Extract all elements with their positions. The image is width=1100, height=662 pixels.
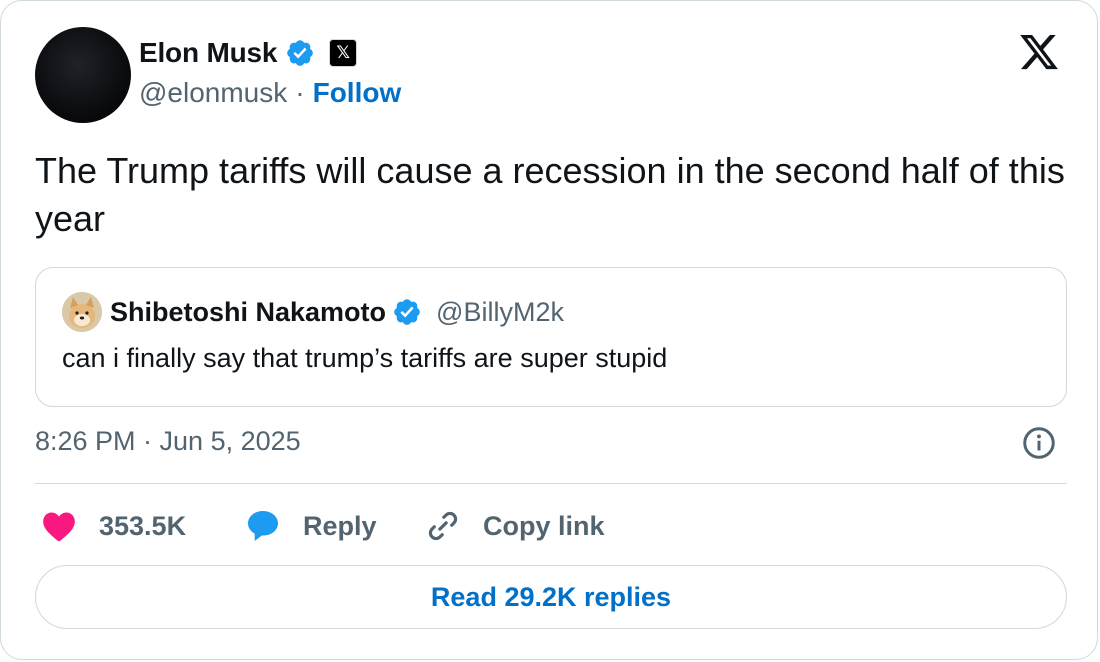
x-logo-icon[interactable] (1017, 31, 1061, 73)
copy-link-button[interactable]: Copy link (423, 506, 605, 546)
like-count: 353.5K (99, 510, 187, 541)
reply-button[interactable]: Reply (243, 506, 423, 546)
quoted-tweet-header: Shibetoshi Nakamoto @BillyM2k (62, 292, 564, 332)
quoted-tweet-text: can i finally say that trump’s tariffs a… (62, 343, 668, 373)
author-name-row: Elon Musk 𝕏 (139, 33, 358, 73)
read-replies-button[interactable]: Read 29.2K replies (35, 565, 1067, 629)
author-handle[interactable]: @elonmusk (139, 77, 287, 109)
heart-icon (39, 506, 79, 546)
follow-button[interactable]: Follow (313, 77, 402, 109)
verified-badge-icon (287, 40, 314, 66)
reply-label: Reply (303, 510, 377, 541)
tweet-timestamp[interactable]: 8:26 PM · Jun 5, 2025 (35, 423, 301, 459)
copy-link-label: Copy link (483, 510, 605, 541)
author-avatar[interactable] (35, 27, 131, 123)
quoted-author-name[interactable]: Shibetoshi Nakamoto (110, 297, 386, 328)
info-icon[interactable] (1021, 425, 1057, 461)
divider (35, 483, 1067, 484)
separator-dot: · (295, 77, 305, 108)
verified-badge-icon (394, 299, 420, 325)
tweet-text: The Trump tariffs will cause a recession… (35, 150, 1065, 239)
like-button[interactable]: 353.5K (39, 506, 243, 546)
link-icon (423, 506, 463, 546)
action-bar: 353.5K Reply Copy link (39, 501, 605, 551)
author-handle-row: @elonmusk · Follow (139, 75, 401, 111)
reply-bubble-icon (243, 506, 283, 546)
author-name[interactable]: Elon Musk (139, 37, 277, 69)
quoted-author-handle[interactable]: @BillyM2k (436, 297, 564, 328)
quoted-tweet[interactable]: Shibetoshi Nakamoto @BillyM2k can i fina… (35, 267, 1067, 407)
quoted-author-avatar[interactable] (62, 292, 102, 332)
affiliation-badge[interactable]: 𝕏 (329, 39, 358, 67)
tweet-embed-card: Elon Musk 𝕏 @elonmusk · Follow The Trump… (0, 0, 1098, 660)
